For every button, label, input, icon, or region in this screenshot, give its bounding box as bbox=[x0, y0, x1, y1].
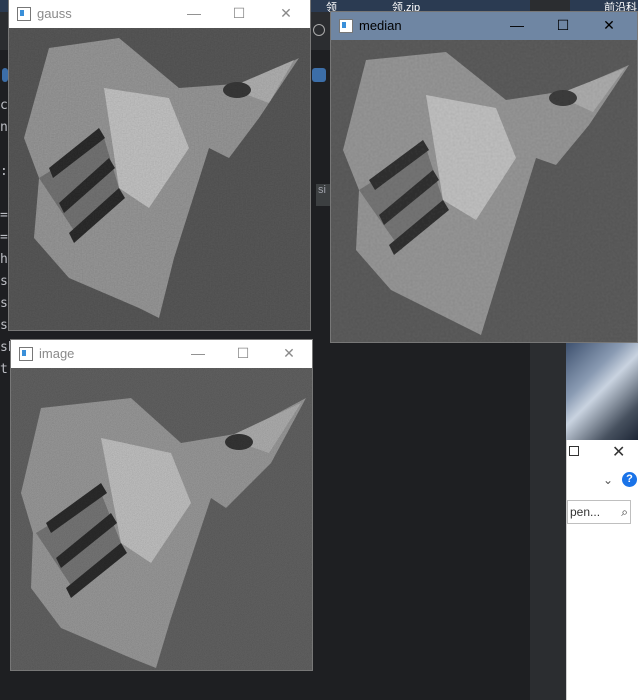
minimize-button[interactable]: — bbox=[188, 343, 208, 363]
image-canvas bbox=[331, 40, 637, 342]
app-icon bbox=[19, 347, 33, 361]
code-fragment: n bbox=[0, 120, 8, 135]
code-fragment: c bbox=[0, 98, 8, 113]
image-canvas bbox=[11, 368, 312, 670]
minimize-button[interactable]: — bbox=[507, 15, 527, 35]
maximize-button[interactable]: ☐ bbox=[229, 3, 249, 23]
file-explorer-window: ✕ ⌄ ? pen... ⌕ bbox=[566, 440, 638, 700]
search-input[interactable]: pen... ⌕ bbox=[567, 500, 631, 524]
app-icon bbox=[17, 7, 31, 21]
window-title: gauss bbox=[37, 6, 72, 21]
image-canvas bbox=[9, 28, 310, 330]
code-fragment: t bbox=[0, 362, 8, 377]
code-fragment: : bbox=[0, 164, 8, 179]
code-fragment: h bbox=[0, 252, 8, 267]
minimize-button[interactable]: — bbox=[184, 3, 204, 23]
window-titlebar[interactable]: image — ☐ ✕ bbox=[11, 340, 312, 368]
help-icon[interactable]: ? bbox=[622, 472, 637, 487]
jet-image bbox=[9, 28, 310, 330]
python-file-icon bbox=[2, 68, 8, 82]
window-title: median bbox=[359, 18, 402, 33]
background-photo bbox=[566, 340, 638, 440]
window-titlebar[interactable]: gauss — ☐ ✕ bbox=[9, 0, 310, 28]
window-titlebar[interactable]: median — ☐ ✕ bbox=[331, 12, 637, 40]
gauss-window: gauss — ☐ ✕ bbox=[9, 0, 310, 330]
user-icon[interactable] bbox=[313, 24, 325, 36]
maximize-button[interactable]: ☐ bbox=[553, 15, 573, 35]
maximize-button[interactable]: ☐ bbox=[233, 343, 253, 363]
jet-image bbox=[11, 368, 312, 670]
jet-image bbox=[331, 40, 637, 342]
search-icon: ⌕ bbox=[621, 505, 628, 519]
median-window: median — ☐ ✕ bbox=[331, 12, 637, 342]
close-button[interactable]: ✕ bbox=[276, 3, 296, 23]
close-button[interactable]: ✕ bbox=[279, 343, 299, 363]
python-file-icon bbox=[312, 68, 326, 82]
search-placeholder: pen... bbox=[570, 505, 601, 519]
code-fragment: = bbox=[0, 208, 8, 223]
code-fragment: = bbox=[0, 230, 8, 245]
window-title: image bbox=[39, 346, 75, 361]
app-icon bbox=[339, 19, 353, 33]
close-button[interactable]: ✕ bbox=[612, 442, 625, 462]
restore-button[interactable] bbox=[569, 446, 579, 456]
close-button[interactable]: ✕ bbox=[599, 15, 619, 35]
image-window: image — ☐ ✕ bbox=[11, 340, 312, 670]
chevron-down-icon[interactable]: ⌄ bbox=[603, 473, 613, 487]
